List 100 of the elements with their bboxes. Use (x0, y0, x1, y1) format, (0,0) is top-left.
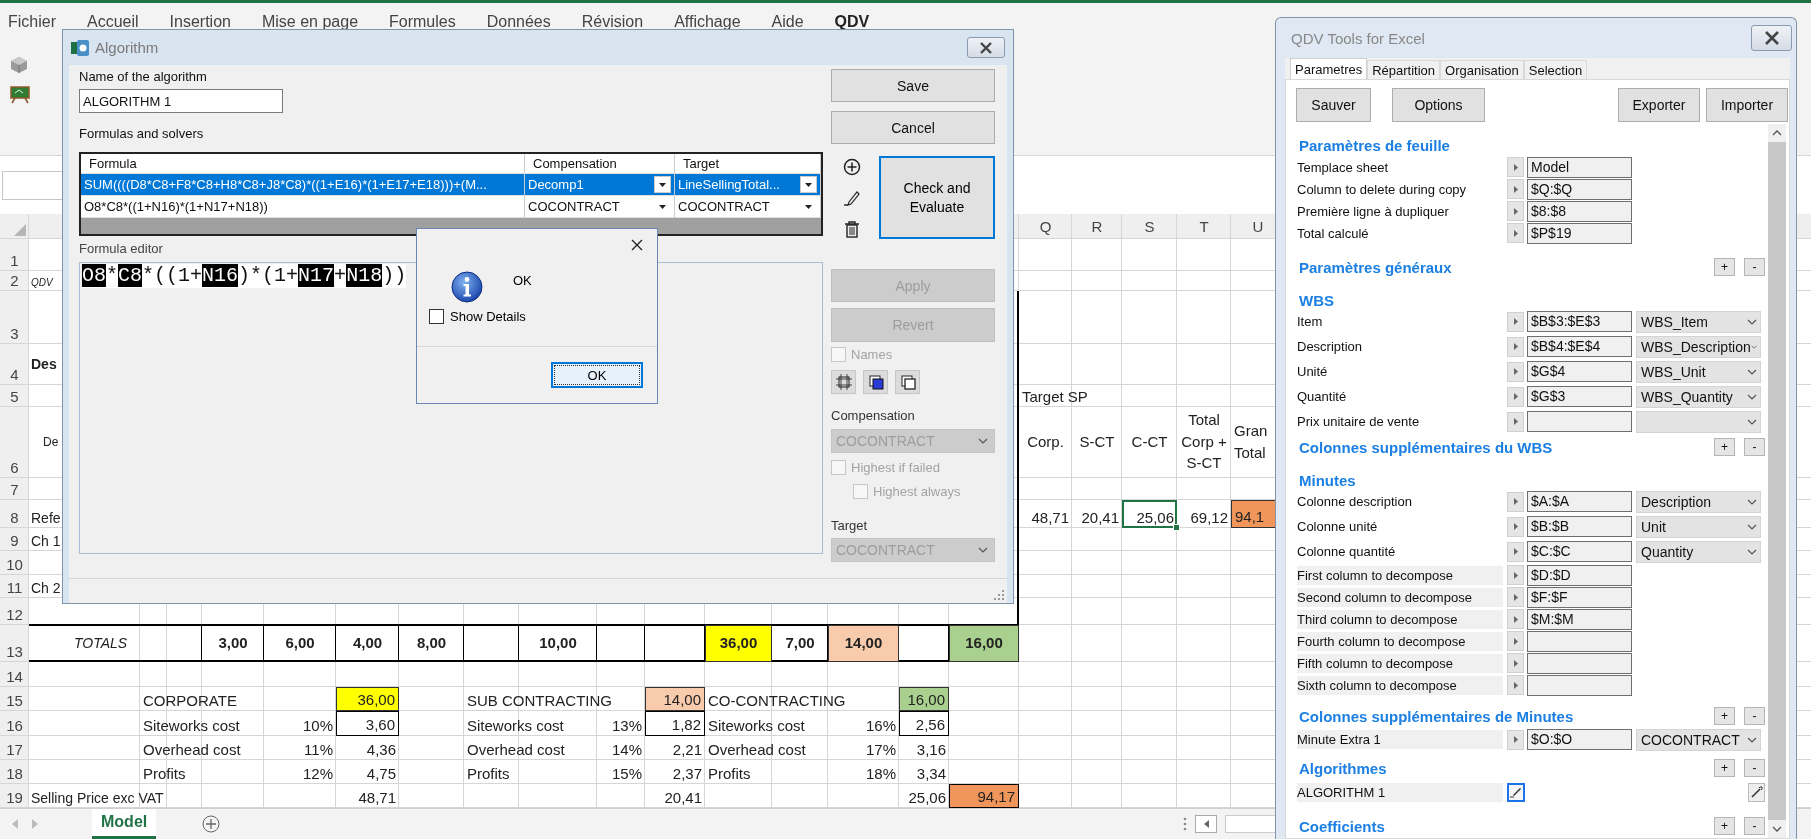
column-header[interactable]: S (1122, 214, 1177, 239)
sheet-tab[interactable]: Model (92, 808, 157, 839)
cancel-button[interactable]: Cancel (831, 111, 995, 144)
section-button[interactable]: + (1714, 438, 1735, 456)
column-header[interactable]: Q (1019, 214, 1072, 239)
ribbon-tab[interactable]: QDV (834, 13, 870, 31)
value-field[interactable]: $8:$8 (1527, 200, 1632, 222)
add-sheet-icon[interactable] (202, 815, 221, 833)
range-picker-button[interactable] (1507, 411, 1524, 432)
value-field[interactable]: $G$4 (1527, 361, 1632, 382)
ribbon-tab[interactable]: Formules (389, 13, 456, 31)
panel-button[interactable]: Options (1392, 88, 1485, 122)
column-dropdown[interactable]: WBS_Unit (1636, 360, 1761, 383)
row-header[interactable]: 16 (0, 711, 29, 736)
scroll-down-button[interactable] (1768, 820, 1786, 838)
range-picker-button[interactable] (1507, 157, 1524, 177)
row-header[interactable]: 11 (0, 575, 29, 598)
add-button[interactable] (842, 156, 862, 177)
value-field[interactable]: $Q:$Q (1527, 178, 1632, 200)
range-picker-button[interactable] (1507, 541, 1524, 562)
close-button[interactable] (967, 37, 1005, 58)
column-dropdown[interactable]: Description (1636, 490, 1761, 513)
row-header[interactable]: 5 (0, 385, 29, 407)
formula-row[interactable]: O8*C8*((1+N16)*(1+N17+N18)) COCONTRACT COCONTRACT (81, 196, 821, 218)
range-picker-button[interactable] (1507, 386, 1524, 407)
range-picker-button[interactable] (1507, 491, 1524, 512)
value-field[interactable] (1527, 674, 1632, 696)
panel-button[interactable]: Importer (1706, 88, 1788, 122)
range-picker-button[interactable] (1507, 729, 1524, 750)
range-picker-button[interactable] (1507, 361, 1524, 382)
ribbon-tab[interactable]: Fichier (8, 13, 56, 31)
tab[interactable]: Selection (1523, 60, 1588, 79)
ribbon-tab[interactable]: Données (486, 13, 551, 31)
section-button[interactable]: - (1744, 817, 1765, 835)
range-picker-button[interactable] (1507, 311, 1524, 332)
tab[interactable]: Répartition (1367, 60, 1441, 79)
panel-button[interactable]: Exporter (1618, 88, 1700, 122)
range-picker-button[interactable] (1507, 653, 1524, 673)
close-button[interactable] (1751, 25, 1792, 51)
value-field[interactable]: $B$3:$E$3 (1527, 311, 1632, 332)
value-field[interactable]: $B$4:$E$4 (1527, 336, 1632, 357)
row-header[interactable]: 6 (0, 407, 29, 478)
scroll-left-button[interactable] (1195, 815, 1217, 833)
row-header[interactable]: 10 (0, 551, 29, 575)
range-picker-button[interactable] (1507, 336, 1524, 357)
ribbon-tab[interactable]: Affichage (674, 13, 741, 31)
value-field[interactable]: $F:$F (1527, 586, 1632, 608)
ribbon-tab[interactable]: Accueil (87, 13, 139, 31)
value-field[interactable]: $G$3 (1527, 386, 1632, 407)
more-icon[interactable] (1183, 817, 1187, 831)
value-field[interactable]: $O:$O (1527, 729, 1632, 750)
section-button[interactable]: + (1714, 707, 1735, 725)
value-field[interactable]: Model (1527, 156, 1632, 178)
check-evaluate-button[interactable]: Check and Evaluate (879, 156, 995, 239)
range-picker-button[interactable] (1507, 223, 1524, 243)
range-picker-button[interactable] (1507, 587, 1524, 607)
name-field[interactable]: ALGORITHM 1 (79, 89, 283, 113)
value-field[interactable]: $B:$B (1527, 516, 1632, 537)
select-tool-button[interactable] (831, 370, 856, 394)
row-header[interactable]: 15 (0, 687, 29, 711)
column-dropdown[interactable]: COCONTRACT (1636, 728, 1761, 751)
value-field[interactable]: $M:$M (1527, 608, 1632, 630)
section-button[interactable]: - (1744, 258, 1765, 276)
wand-button[interactable] (1748, 782, 1765, 802)
checkbox[interactable] (429, 309, 444, 324)
panel-button[interactable]: Sauver (1296, 88, 1371, 122)
range-picker-button[interactable] (1507, 675, 1524, 695)
cube-icon[interactable] (10, 56, 28, 74)
range-picker-button[interactable] (1507, 179, 1524, 199)
copy-tool-button[interactable] (895, 370, 920, 394)
delete-button[interactable] (842, 218, 862, 239)
row-header[interactable]: 17 (0, 736, 29, 760)
scrollbar[interactable] (1768, 124, 1786, 838)
column-header[interactable]: T (1177, 214, 1231, 239)
row-header[interactable]: 7 (0, 478, 29, 500)
row-header[interactable]: 13 (0, 625, 29, 662)
row-header[interactable]: 19 (0, 784, 29, 808)
tab[interactable]: Parametres (1290, 58, 1368, 79)
column-dropdown[interactable]: Quantity (1636, 540, 1761, 563)
section-button[interactable]: - (1744, 438, 1765, 456)
section-button[interactable]: + (1714, 817, 1735, 835)
ribbon-tab[interactable]: Mise en page (261, 13, 359, 31)
ok-button[interactable]: OK (551, 362, 643, 388)
range-picker-button[interactable] (1507, 565, 1524, 585)
row-header[interactable]: 3 (0, 291, 29, 344)
column-dropdown[interactable]: WBS_Item (1636, 310, 1761, 333)
range-picker-button[interactable] (1507, 516, 1524, 537)
formula-row[interactable]: SUM((((D8*C8+F8*C8+H8*C8+J8*C8)*((1+E16)*(1+E17+E18)))+(M... Decomp1 LineSellingTotal... (81, 174, 821, 196)
column-dropdown[interactable]: WBS_Quantity (1636, 385, 1761, 408)
compensation-dropdown[interactable]: COCONTRACT (525, 196, 675, 218)
range-picker-button[interactable] (1507, 609, 1524, 629)
save-button[interactable]: Save (831, 69, 995, 102)
ribbon-tab[interactable]: Révision (581, 13, 644, 31)
board-icon[interactable] (10, 86, 30, 104)
value-field[interactable] (1527, 411, 1632, 432)
value-field[interactable]: $A:$A (1527, 491, 1632, 512)
column-header[interactable]: R (1072, 214, 1122, 239)
range-picker-button[interactable] (1507, 631, 1524, 651)
value-field[interactable] (1527, 630, 1632, 652)
scroll-up-button[interactable] (1768, 124, 1786, 142)
